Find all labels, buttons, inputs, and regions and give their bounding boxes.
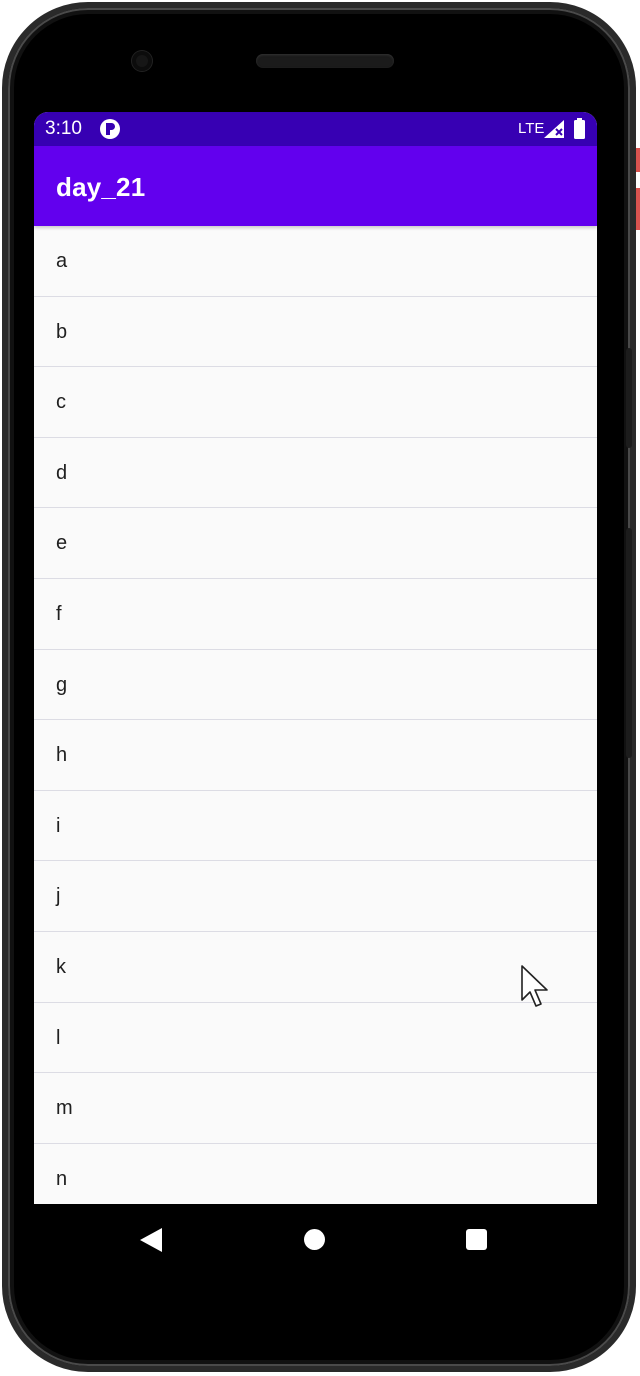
list-item[interactable]: n xyxy=(34,1144,597,1204)
list-item-label: a xyxy=(56,250,68,272)
list-item-label: l xyxy=(56,1026,61,1049)
status-bar: 3:10 LTE xyxy=(34,112,597,146)
signal-strength-icon xyxy=(544,120,564,138)
list-item-label: e xyxy=(56,532,68,555)
list-item[interactable]: j xyxy=(34,861,597,932)
list-item[interactable]: g xyxy=(34,650,597,721)
list-item-label: i xyxy=(56,814,61,837)
network-type-label: LTE xyxy=(518,120,545,137)
list-item-label: b xyxy=(56,320,68,343)
list-item-label: g xyxy=(56,673,68,696)
list-item-label: f xyxy=(56,602,62,625)
battery-icon xyxy=(574,118,585,139)
list-item-label: c xyxy=(56,391,66,414)
recents-icon[interactable] xyxy=(466,1229,487,1250)
list-item[interactable]: i xyxy=(34,791,597,862)
power-button xyxy=(626,348,632,448)
list-item[interactable]: l xyxy=(34,1003,597,1074)
navigation-bar xyxy=(34,1204,597,1274)
list-item[interactable]: b xyxy=(34,297,597,368)
volume-button xyxy=(626,528,632,758)
device-screen: 3:10 LTE day_21 a b c d e f g h i j k l … xyxy=(34,112,597,1204)
list-item[interactable]: f xyxy=(34,579,597,650)
list-item[interactable]: h xyxy=(34,720,597,791)
list-item-label: n xyxy=(56,1167,68,1190)
list-item[interactable]: a xyxy=(34,226,597,297)
item-list[interactable]: a b c d e f g h i j k l m n xyxy=(34,226,597,1204)
app-toolbar: day_21 xyxy=(34,146,597,226)
list-item-label: d xyxy=(56,461,68,484)
earpiece-speaker xyxy=(256,54,394,68)
list-item-label: k xyxy=(56,955,66,978)
list-item-label: h xyxy=(56,744,68,767)
home-icon[interactable] xyxy=(304,1229,325,1250)
list-item[interactable]: d xyxy=(34,438,597,509)
status-time: 3:10 xyxy=(45,118,82,139)
back-icon[interactable] xyxy=(140,1228,162,1252)
list-item-label: j xyxy=(56,885,61,908)
list-item[interactable]: e xyxy=(34,508,597,579)
list-item[interactable]: m xyxy=(34,1073,597,1144)
list-item[interactable]: k xyxy=(34,932,597,1003)
list-item-label: m xyxy=(56,1097,73,1120)
list-item[interactable]: c xyxy=(34,367,597,438)
notification-app-icon xyxy=(100,119,120,139)
front-camera xyxy=(132,51,152,71)
app-title: day_21 xyxy=(56,172,146,202)
screenshot-stage: 3:10 LTE day_21 a b c d e f g h i j k l … xyxy=(0,0,640,1376)
mouse-pointer-icon xyxy=(521,965,548,1007)
